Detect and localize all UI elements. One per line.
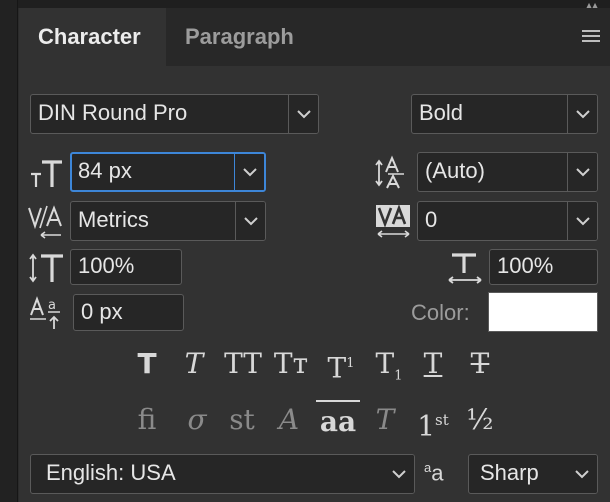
contextual-alternates-button[interactable]: σ [177, 400, 217, 440]
fractions-button[interactable]: ½ [460, 400, 500, 440]
titling-alternates-button[interactable]: T [365, 400, 405, 440]
faux-italic-glyph: T [184, 347, 204, 380]
faux-bold-glyph: T [137, 347, 157, 380]
superscript-glyph: T [327, 351, 347, 385]
subscript-glyph: T [375, 347, 395, 380]
chevron-down-icon[interactable] [288, 95, 318, 133]
color-swatch[interactable] [488, 292, 598, 332]
faux-bold-button[interactable]: T [127, 344, 167, 384]
kerning-select[interactable]: Metrics [70, 201, 266, 241]
antialias-icon: aa [424, 460, 444, 486]
discretionary-ligatures-glyph: st [229, 403, 255, 436]
all-caps-button[interactable]: TT [221, 344, 265, 384]
character-panel: Character Paragraph DIN Round Pro Bold 8… [19, 8, 610, 502]
baseline-shift-icon: a [29, 295, 65, 336]
stylistic-alternates-glyph: aa [319, 405, 357, 438]
ordinals-glyph: 1 [417, 409, 436, 443]
leading-icon [374, 154, 410, 195]
vertical-scale-input[interactable]: 100% [70, 249, 182, 285]
strikethrough-button[interactable]: T [460, 344, 500, 384]
leading-value: (Auto) [425, 158, 485, 183]
faux-italic-button[interactable]: T [174, 344, 214, 384]
kerning-value: Metrics [78, 207, 149, 232]
tab-character[interactable]: Character [19, 8, 166, 66]
underline-glyph: T [423, 347, 443, 380]
font-family-value: DIN Round Pro [38, 100, 188, 125]
chevron-down-icon[interactable] [567, 202, 597, 240]
all-caps-glyph: TT [224, 347, 262, 380]
superscript-button[interactable]: T1 [321, 344, 361, 384]
ordinals-button[interactable]: 1st [413, 400, 453, 443]
font-family-select[interactable]: DIN Round Pro [30, 94, 319, 134]
small-caps-glyph: Tт [273, 347, 309, 380]
antialias-value: Sharp [480, 460, 539, 485]
horizontal-scale-icon [446, 251, 484, 290]
chevron-down-icon[interactable] [235, 202, 265, 240]
vertical-scale-icon [28, 251, 66, 290]
baseline-shift-input[interactable]: 0 px [73, 294, 184, 331]
tab-bar: Character Paragraph [19, 8, 610, 66]
standard-ligatures-button[interactable]: fi [127, 400, 167, 440]
stylistic-alternates-button[interactable]: aa [316, 400, 360, 440]
chevron-down-icon[interactable] [567, 153, 597, 191]
fractions-glyph: ½ [466, 403, 494, 436]
chevron-down-icon[interactable] [384, 455, 414, 493]
top-strip [0, 0, 610, 8]
svg-text:a: a [48, 298, 56, 313]
strikethrough-glyph: T [470, 347, 490, 380]
standard-ligatures-glyph: fi [137, 403, 157, 436]
horizontal-scale-value: 100% [497, 253, 554, 278]
left-gutter [0, 0, 18, 502]
language-select[interactable]: English: USA [30, 454, 415, 494]
horizontal-scale-input[interactable]: 100% [489, 249, 598, 285]
font-size-icon [29, 156, 65, 195]
tab-paragraph[interactable]: Paragraph [166, 8, 313, 66]
ordinals-mark: st [435, 411, 449, 429]
chevron-down-icon[interactable] [234, 154, 264, 190]
vertical-scale-value: 100% [78, 253, 135, 278]
discretionary-ligatures-button[interactable]: st [222, 400, 262, 440]
chevron-down-icon[interactable] [567, 95, 597, 133]
titling-alternates-glyph: T [375, 403, 395, 436]
leading-select[interactable]: (Auto) [417, 152, 598, 192]
superscript-mark: 1 [346, 356, 355, 371]
swash-button[interactable]: A [269, 400, 309, 440]
antialias-select[interactable]: Sharp [468, 454, 598, 494]
subscript-mark: 1 [394, 368, 403, 384]
hamburger-menu-icon[interactable] [582, 30, 600, 44]
font-style-value: Bold [419, 100, 464, 125]
color-label: Color: [411, 300, 470, 325]
chevron-down-icon[interactable] [567, 455, 597, 493]
subscript-button[interactable]: T1 [369, 344, 409, 384]
language-value: English: USA [46, 460, 176, 485]
underline-button[interactable]: T [413, 344, 453, 384]
swash-glyph: A [278, 403, 300, 436]
small-caps-button[interactable]: Tт [269, 344, 313, 384]
baseline-shift-value: 0 px [81, 299, 123, 324]
contextual-alternates-glyph: σ [187, 403, 207, 436]
font-style-select[interactable]: Bold [411, 94, 598, 134]
tracking-icon [375, 204, 413, 245]
tracking-select[interactable]: 0 [417, 201, 598, 241]
tracking-value: 0 [425, 207, 438, 232]
font-size-value: 84 px [78, 158, 132, 183]
kerning-icon [27, 204, 67, 245]
font-size-input[interactable]: 84 px [70, 152, 266, 192]
